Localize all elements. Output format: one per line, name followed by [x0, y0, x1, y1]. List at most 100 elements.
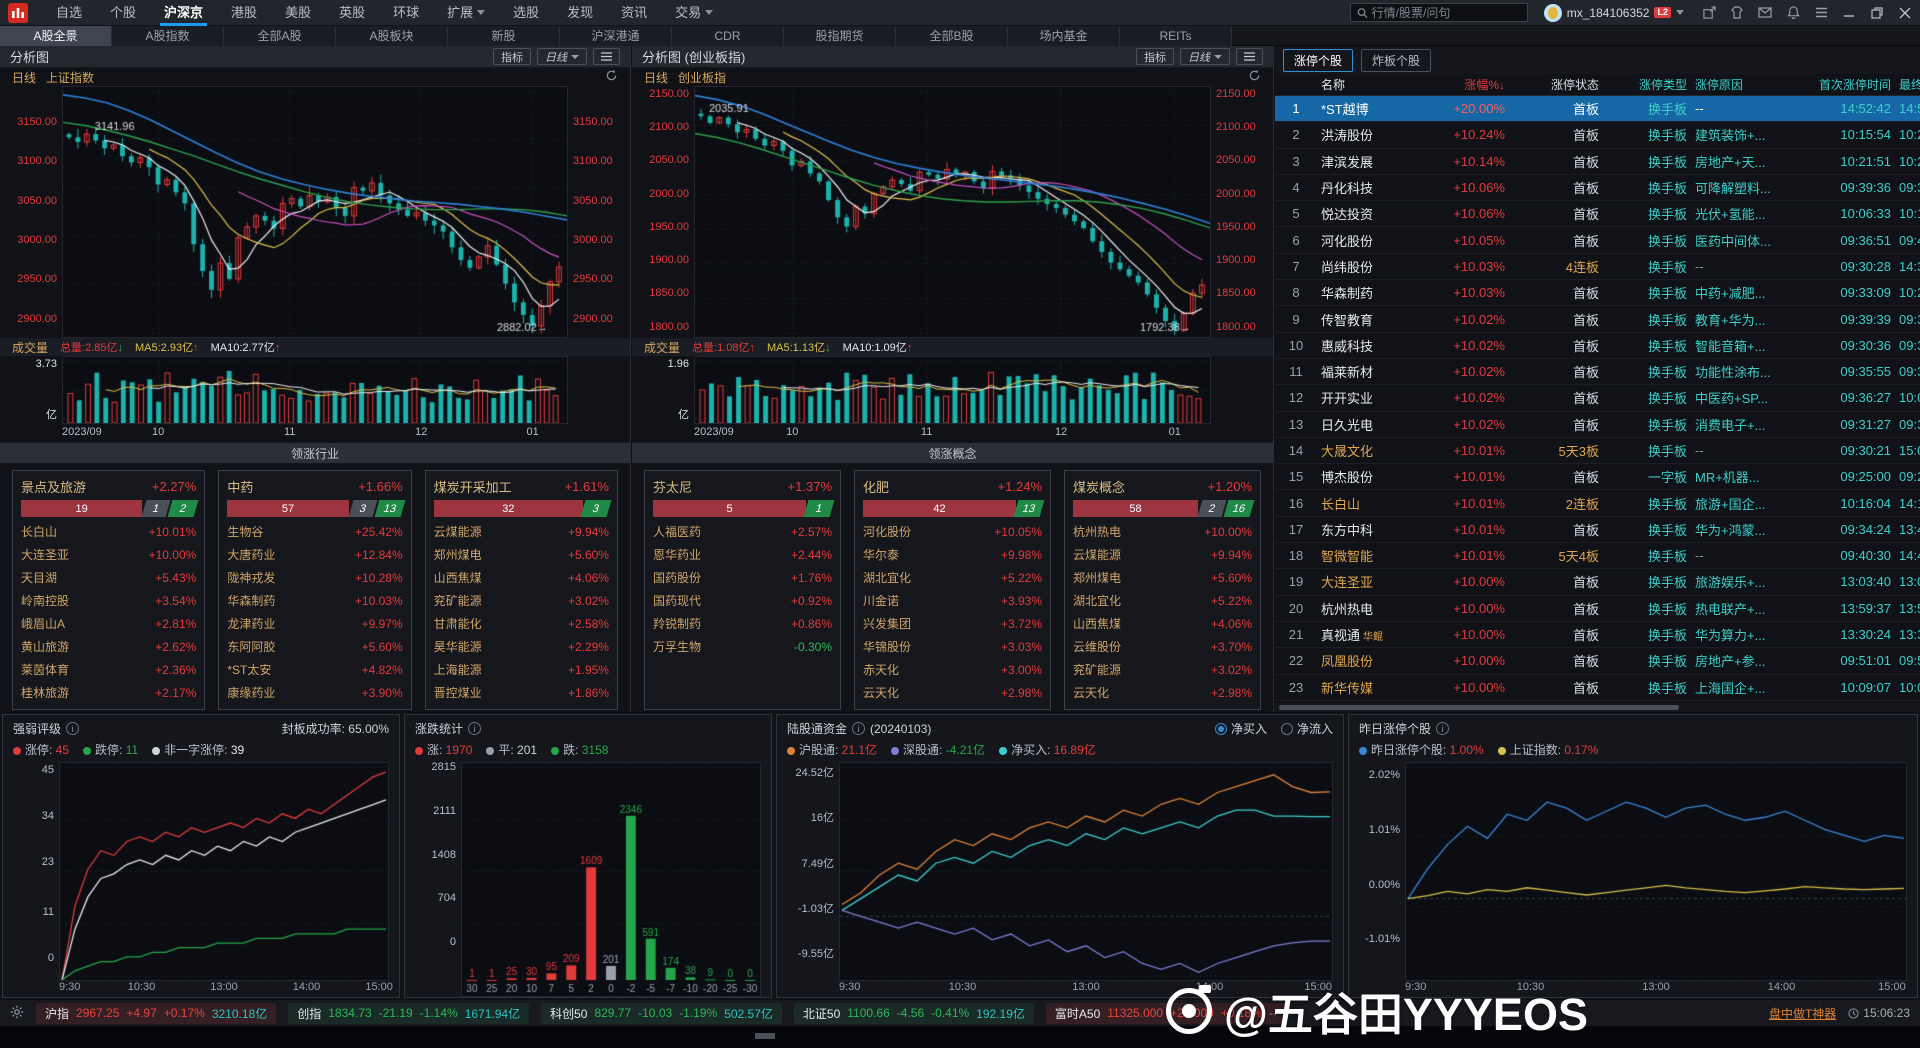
index-富时A50[interactable]: 富时A5011325.000+20.000+0.18%-- — [1046, 1003, 1286, 1024]
limit-row-4[interactable]: 4丹化科技+10.06%首板换手板可降解塑料...09:39:3609:3 — [1275, 175, 1920, 201]
skin-theme-icon[interactable] — [1730, 6, 1744, 20]
stock-row[interactable]: 龙津药业+9.97% — [227, 612, 402, 635]
indicator-button[interactable]: 指标 — [493, 48, 531, 65]
period-dropdown[interactable]: 日线 — [1180, 48, 1230, 65]
limit-tab-1[interactable]: 涨停个股 — [1283, 49, 1353, 72]
sector-card-1[interactable]: 景点及旅游+2.27%1912长白山+10.01%大连圣亚+10.00%天目湖+… — [12, 470, 205, 710]
menu-item-4[interactable]: 港股 — [217, 0, 271, 26]
stock-row[interactable]: 国药现代+0.92% — [653, 589, 832, 612]
horizontal-scrollbar[interactable] — [1275, 703, 1920, 712]
tab-6[interactable]: 沪深港通 — [560, 26, 672, 46]
panel-menu-button[interactable] — [593, 48, 620, 65]
limit-row-3[interactable]: 3津滨发展+10.14%首板换手板房地产+天...10:21:5110:2 — [1275, 149, 1920, 175]
limit-row-17[interactable]: 17东方中科+10.01%首板换手板华为+鸿蒙...09:34:2413:4 — [1275, 517, 1920, 543]
stock-row[interactable]: 长白山+10.01% — [21, 520, 196, 543]
stock-row[interactable]: 泸天化+2.83% — [863, 704, 1042, 710]
stock-row[interactable]: 羚锐制药+0.86% — [653, 612, 832, 635]
limit-row-2[interactable]: 2洪涛股份+10.24%首板换手板建筑装饰+...10:15:5410:2 — [1275, 122, 1920, 148]
stock-row[interactable]: 河化股份+10.05% — [863, 520, 1042, 543]
stock-row[interactable]: 晋控煤业+1.86% — [434, 681, 609, 704]
limit-row-16[interactable]: 16长白山+10.01%2连板换手板旅游+国企...10:16:0414:1 — [1275, 490, 1920, 516]
info-icon[interactable] — [852, 722, 865, 735]
radio-净买入[interactable]: 净买入 — [1215, 720, 1267, 737]
info-icon[interactable] — [66, 722, 79, 735]
stock-row[interactable]: 昊华能源+2.29% — [434, 635, 609, 658]
indicator-button[interactable]: 指标 — [1136, 48, 1174, 65]
search-box[interactable] — [1350, 3, 1528, 22]
menu-item-2[interactable]: 个股 — [96, 0, 150, 26]
stock-row[interactable]: 云煤能源+9.94% — [434, 520, 609, 543]
period-dropdown[interactable]: 日线 — [537, 48, 587, 65]
limit-row-19[interactable]: 19大连圣亚+10.00%首板换手板旅游娱乐+...13:03:4013:0 — [1275, 569, 1920, 595]
menu-item-7[interactable]: 环球 — [379, 0, 433, 26]
minimize-icon[interactable] — [1842, 6, 1856, 20]
stock-row[interactable]: 甘肃能化+2.58% — [434, 612, 609, 635]
stock-row[interactable]: 山西焦煤+4.06% — [434, 566, 609, 589]
index-科创50[interactable]: 科创50829.77-10.03-1.19%502.57亿 — [541, 1003, 782, 1024]
stock-row[interactable]: 云维股份+3.70% — [1073, 635, 1252, 658]
info-icon[interactable] — [1436, 722, 1449, 735]
limit-row-7[interactable]: 7尚纬股份+10.03%4连板换手板--09:30:2814:3 — [1275, 254, 1920, 280]
stock-row[interactable]: 天目湖+5.43% — [21, 566, 196, 589]
limit-row-23[interactable]: 23新华传媒+10.00%首板换手板上海国企+...10:09:0710:0 — [1275, 675, 1920, 701]
stock-row[interactable]: 赤天化+3.00% — [863, 658, 1042, 681]
mail-icon[interactable] — [1758, 6, 1772, 20]
limit-row-6[interactable]: 6河化股份+10.05%首板换手板医药中间体...09:36:5109:4 — [1275, 227, 1920, 253]
stock-row[interactable]: 华尔泰+9.98% — [863, 543, 1042, 566]
reset-zoom-icon[interactable] — [605, 69, 618, 85]
stock-row[interactable]: 康缘药业+3.90% — [227, 681, 402, 704]
stock-row[interactable]: 中国神华+1.85% — [434, 704, 609, 710]
stock-row[interactable]: 湖北宜化+5.22% — [863, 566, 1042, 589]
user-account[interactable]: mx_184106352 L2 — [1544, 4, 1684, 22]
stock-row[interactable]: 峨眉山A+2.81% — [21, 612, 196, 635]
index-沪指[interactable]: 沪指2967.25+4.97+0.17%3210.18亿 — [36, 1003, 276, 1024]
restore-icon[interactable] — [1870, 6, 1884, 20]
sector-card-4[interactable]: 芬太尼+1.37%51人福医药+2.57%恩华药业+2.44%国药股份+1.76… — [644, 470, 841, 710]
stock-row[interactable]: 山西焦煤+4.06% — [1073, 612, 1252, 635]
intraday-t-tool-link[interactable]: 盘中做T神器 — [1769, 1005, 1836, 1022]
menu-item-1[interactable]: 自选 — [42, 0, 96, 26]
stock-row[interactable]: 万孚生物-0.30% — [653, 635, 832, 658]
stock-row[interactable]: 黄山旅游+2.62% — [21, 635, 196, 658]
stock-row[interactable]: 恩华药业+2.44% — [653, 543, 832, 566]
stock-row[interactable]: 莱茵体育+2.36% — [21, 658, 196, 681]
tab-7[interactable]: CDR — [672, 26, 784, 46]
limit-row-10[interactable]: 10惠威科技+10.02%首板换手板智能音箱+...09:30:3609:3 — [1275, 333, 1920, 359]
sse-candlestick-chart[interactable] — [63, 87, 567, 337]
stock-row[interactable]: 人福医药+2.57% — [653, 520, 832, 543]
popout-window-icon[interactable] — [1702, 6, 1716, 20]
menu-item-3[interactable]: 沪深京 — [150, 0, 217, 26]
tab-2[interactable]: A股指数 — [112, 26, 224, 46]
limit-row-14[interactable]: 14大晟文化+10.01%5天3板换手板--09:30:2115:0 — [1275, 438, 1920, 464]
stock-row[interactable]: 兴发集团+3.72% — [863, 612, 1042, 635]
limit-row-12[interactable]: 12开开实业+10.02%首板换手板中医药+SP...09:36:2710:0 — [1275, 385, 1920, 411]
stock-row[interactable]: *ST太安+4.82% — [227, 658, 402, 681]
menu-item-8[interactable]: 扩展 — [433, 0, 499, 26]
stock-row[interactable]: 生物谷+25.42% — [227, 520, 402, 543]
stock-row[interactable]: 兖矿能源+3.02% — [434, 589, 609, 612]
stock-row[interactable]: 陇神戎发+10.28% — [227, 566, 402, 589]
tab-1[interactable]: A股全景 — [0, 26, 112, 46]
tab-8[interactable]: 股指期货 — [784, 26, 896, 46]
limit-row-15[interactable]: 15博杰股份+10.01%首板一字板MR+机器...09:25:0009:2 — [1275, 464, 1920, 490]
stock-row[interactable]: 云天化+2.98% — [1073, 681, 1252, 704]
sector-card-5[interactable]: 化肥+1.24%4213河化股份+10.05%华尔泰+9.98%湖北宜化+5.2… — [854, 470, 1051, 710]
search-input[interactable] — [1372, 6, 1521, 20]
gear-icon[interactable] — [10, 1005, 24, 1022]
sector-card-2[interactable]: 中药+1.66%57313生物谷+25.42%大唐药业+12.84%陇神戎发+1… — [218, 470, 411, 710]
stock-row[interactable]: 江中药业+3.10% — [227, 704, 402, 710]
stock-row[interactable]: 郑州煤电+5.60% — [434, 543, 609, 566]
app-logo-icon[interactable] — [8, 3, 28, 23]
reset-zoom-icon[interactable] — [1248, 69, 1261, 85]
limit-row-21[interactable]: 21真视通华鲲+10.00%首板换手板华为算力+...13:30:2413:3 — [1275, 622, 1920, 648]
stock-row[interactable]: 岭南控股+3.54% — [21, 589, 196, 612]
stock-row[interactable]: 桂林旅游+2.17% — [21, 681, 196, 704]
menu-item-6[interactable]: 英股 — [325, 0, 379, 26]
stock-row[interactable]: 东阿阿胶+5.60% — [227, 635, 402, 658]
stock-row[interactable]: 华锦股份+3.03% — [863, 635, 1042, 658]
close-icon[interactable] — [1898, 6, 1912, 20]
radio-净流入[interactable]: 净流入 — [1281, 720, 1333, 737]
tab-3[interactable]: 全部A股 — [224, 26, 336, 46]
stock-row[interactable]: 云煤能源+9.94% — [1073, 543, 1252, 566]
index-北证50[interactable]: 北证501100.66-4.56-0.41%192.19亿 — [794, 1003, 1034, 1024]
